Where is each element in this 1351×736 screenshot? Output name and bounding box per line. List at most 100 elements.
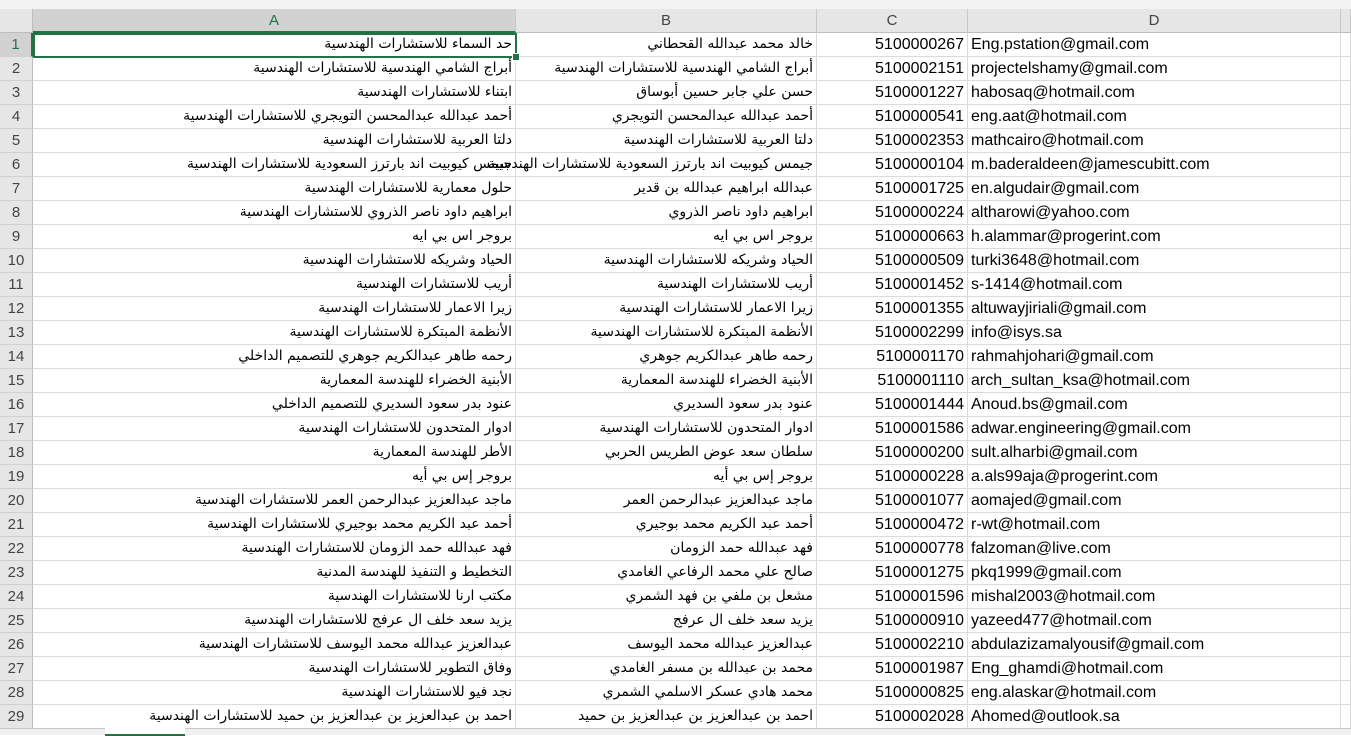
row-header[interactable]: 10 bbox=[0, 249, 33, 273]
cell-D6[interactable]: m.baderaldeen@jamescubitt.com bbox=[968, 153, 1341, 177]
cell-empty[interactable] bbox=[1341, 633, 1351, 657]
cell-A5[interactable]: دلتا العربية للاستشارات الهندسية bbox=[33, 129, 516, 153]
cell-empty[interactable] bbox=[1341, 537, 1351, 561]
cell-C21[interactable]: 5100000472 bbox=[817, 513, 968, 537]
column-header-a[interactable]: A bbox=[33, 9, 516, 33]
cell-D29[interactable]: Ahomed@outlook.sa bbox=[968, 705, 1341, 729]
cell-B24[interactable]: مشعل بن ملفي بن فهد الشمري bbox=[516, 585, 817, 609]
cell-A10[interactable]: الحياد وشريكه للاستشارات الهندسية bbox=[33, 249, 516, 273]
row-header[interactable]: 23 bbox=[0, 561, 33, 585]
cell-D16[interactable]: Anoud.bs@gmail.com bbox=[968, 393, 1341, 417]
cell-D11[interactable]: s-1414@hotmail.com bbox=[968, 273, 1341, 297]
cell-B26[interactable]: عبدالعزيز عبدالله محمد اليوسف bbox=[516, 633, 817, 657]
cell-A28[interactable]: نجد فيو للاستشارات الهندسية bbox=[33, 681, 516, 705]
row-header[interactable]: 25 bbox=[0, 609, 33, 633]
cell-A8[interactable]: ابراهيم داود ناصر الذروي للاستشارات الهن… bbox=[33, 201, 516, 225]
column-header-e[interactable] bbox=[1341, 9, 1351, 33]
cell-empty[interactable] bbox=[1341, 489, 1351, 513]
row-header[interactable]: 21 bbox=[0, 513, 33, 537]
cell-A16[interactable]: عنود بدر سعود السديري للتصميم الداخلي bbox=[33, 393, 516, 417]
row-header[interactable]: 22 bbox=[0, 537, 33, 561]
row-header[interactable]: 15 bbox=[0, 369, 33, 393]
sheet-tab[interactable] bbox=[105, 728, 185, 736]
cell-empty[interactable] bbox=[1341, 561, 1351, 585]
cell-empty[interactable] bbox=[1341, 81, 1351, 105]
row-header[interactable]: 29 bbox=[0, 705, 33, 729]
cell-A26[interactable]: عبدالعزيز عبدالله محمد اليوسف للاستشارات… bbox=[33, 633, 516, 657]
cell-B9[interactable]: بروجر اس بي ايه bbox=[516, 225, 817, 249]
cell-C17[interactable]: 5100001586 bbox=[817, 417, 968, 441]
cell-C16[interactable]: 5100001444 bbox=[817, 393, 968, 417]
cell-C23[interactable]: 5100001275 bbox=[817, 561, 968, 585]
cell-B21[interactable]: أحمد عبد الكريم محمد بوجيري bbox=[516, 513, 817, 537]
cell-B16[interactable]: عنود بدر سعود السديري bbox=[516, 393, 817, 417]
cell-C26[interactable]: 5100002210 bbox=[817, 633, 968, 657]
cell-B23[interactable]: صالح علي محمد الرفاعي الغامدي bbox=[516, 561, 817, 585]
cell-C9[interactable]: 5100000663 bbox=[817, 225, 968, 249]
cell-empty[interactable] bbox=[1341, 609, 1351, 633]
row-header[interactable]: 1 bbox=[0, 33, 33, 57]
row-header[interactable]: 28 bbox=[0, 681, 33, 705]
cell-D26[interactable]: abdulazizamalyousif@gmail.com bbox=[968, 633, 1341, 657]
cell-B28[interactable]: محمد هادي عسكر الاسلمي الشمري bbox=[516, 681, 817, 705]
cell-C19[interactable]: 5100000228 bbox=[817, 465, 968, 489]
cell-D20[interactable]: aomajed@gmail.com bbox=[968, 489, 1341, 513]
cell-B17[interactable]: ادوار المتحدون للاستشارات الهندسية bbox=[516, 417, 817, 441]
cell-C5[interactable]: 5100002353 bbox=[817, 129, 968, 153]
cell-A15[interactable]: الأبنية الخضراء للهندسة المعمارية bbox=[33, 369, 516, 393]
cell-A24[interactable]: مكتب ارنا للاستشارات الهندسية bbox=[33, 585, 516, 609]
row-header[interactable]: 9 bbox=[0, 225, 33, 249]
cell-empty[interactable] bbox=[1341, 249, 1351, 273]
cell-A20[interactable]: ماجد عبدالعزيز عبدالرحمن العمر للاستشارا… bbox=[33, 489, 516, 513]
cell-A27[interactable]: وفاق التطوير للاستشارات الهندسية bbox=[33, 657, 516, 681]
cell-empty[interactable] bbox=[1341, 129, 1351, 153]
cell-empty[interactable] bbox=[1341, 513, 1351, 537]
cell-B1[interactable]: خالد محمد عبدالله القحطاني bbox=[516, 33, 817, 57]
cell-empty[interactable] bbox=[1341, 369, 1351, 393]
cell-D28[interactable]: eng.alaskar@hotmail.com bbox=[968, 681, 1341, 705]
cell-D2[interactable]: projectelshamy@gmail.com bbox=[968, 57, 1341, 81]
row-header[interactable]: 8 bbox=[0, 201, 33, 225]
row-header[interactable]: 2 bbox=[0, 57, 33, 81]
cell-A3[interactable]: ابتناء للاستشارات الهندسية bbox=[33, 81, 516, 105]
cell-D25[interactable]: yazeed477@hotmail.com bbox=[968, 609, 1341, 633]
cell-empty[interactable] bbox=[1341, 681, 1351, 705]
cell-empty[interactable] bbox=[1341, 393, 1351, 417]
cell-empty[interactable] bbox=[1341, 345, 1351, 369]
cell-C14[interactable]: 5100001170 bbox=[817, 345, 968, 369]
cell-B15[interactable]: الأبنية الخضراء للهندسة المعمارية bbox=[516, 369, 817, 393]
cell-D1[interactable]: Eng.pstation@gmail.com bbox=[968, 33, 1341, 57]
cell-B19[interactable]: بروجر إس بي أيه bbox=[516, 465, 817, 489]
row-header[interactable]: 24 bbox=[0, 585, 33, 609]
cell-C15[interactable]: 5100001110 bbox=[817, 369, 968, 393]
cell-A17[interactable]: ادوار المتحدون للاستشارات الهندسية bbox=[33, 417, 516, 441]
cell-empty[interactable] bbox=[1341, 585, 1351, 609]
cell-empty[interactable] bbox=[1341, 657, 1351, 681]
cell-C25[interactable]: 5100000910 bbox=[817, 609, 968, 633]
cell-empty[interactable] bbox=[1341, 177, 1351, 201]
row-header[interactable]: 13 bbox=[0, 321, 33, 345]
cell-B29[interactable]: احمد بن عبدالعزيز بن عبدالعزيز بن حميد bbox=[516, 705, 817, 729]
row-header[interactable]: 16 bbox=[0, 393, 33, 417]
row-header[interactable]: 18 bbox=[0, 441, 33, 465]
row-header[interactable]: 17 bbox=[0, 417, 33, 441]
cell-D12[interactable]: altuwayjiriali@gmail.com bbox=[968, 297, 1341, 321]
cell-empty[interactable] bbox=[1341, 105, 1351, 129]
row-header[interactable]: 19 bbox=[0, 465, 33, 489]
cell-C7[interactable]: 5100001725 bbox=[817, 177, 968, 201]
cell-D19[interactable]: a.als99aja@progerint.com bbox=[968, 465, 1341, 489]
cell-C12[interactable]: 5100001355 bbox=[817, 297, 968, 321]
cell-A2[interactable]: أبراج الشامي الهندسية للاستشارات الهندسي… bbox=[33, 57, 516, 81]
cell-D14[interactable]: rahmahjohari@gmail.com bbox=[968, 345, 1341, 369]
row-header[interactable]: 14 bbox=[0, 345, 33, 369]
cell-C29[interactable]: 5100002028 bbox=[817, 705, 968, 729]
cell-B10[interactable]: الحياد وشريكه للاستشارات الهندسية bbox=[516, 249, 817, 273]
column-header-c[interactable]: C bbox=[817, 9, 968, 33]
cell-C27[interactable]: 5100001987 bbox=[817, 657, 968, 681]
cell-empty[interactable] bbox=[1341, 441, 1351, 465]
cell-B6[interactable]: جيمس كيوبيت اند بارترز السعودية للاستشار… bbox=[488, 153, 817, 177]
cell-D13[interactable]: info@isys.sa bbox=[968, 321, 1341, 345]
cell-D9[interactable]: h.alammar@progerint.com bbox=[968, 225, 1341, 249]
cell-D10[interactable]: turki3648@hotmail.com bbox=[968, 249, 1341, 273]
row-header[interactable]: 3 bbox=[0, 81, 33, 105]
